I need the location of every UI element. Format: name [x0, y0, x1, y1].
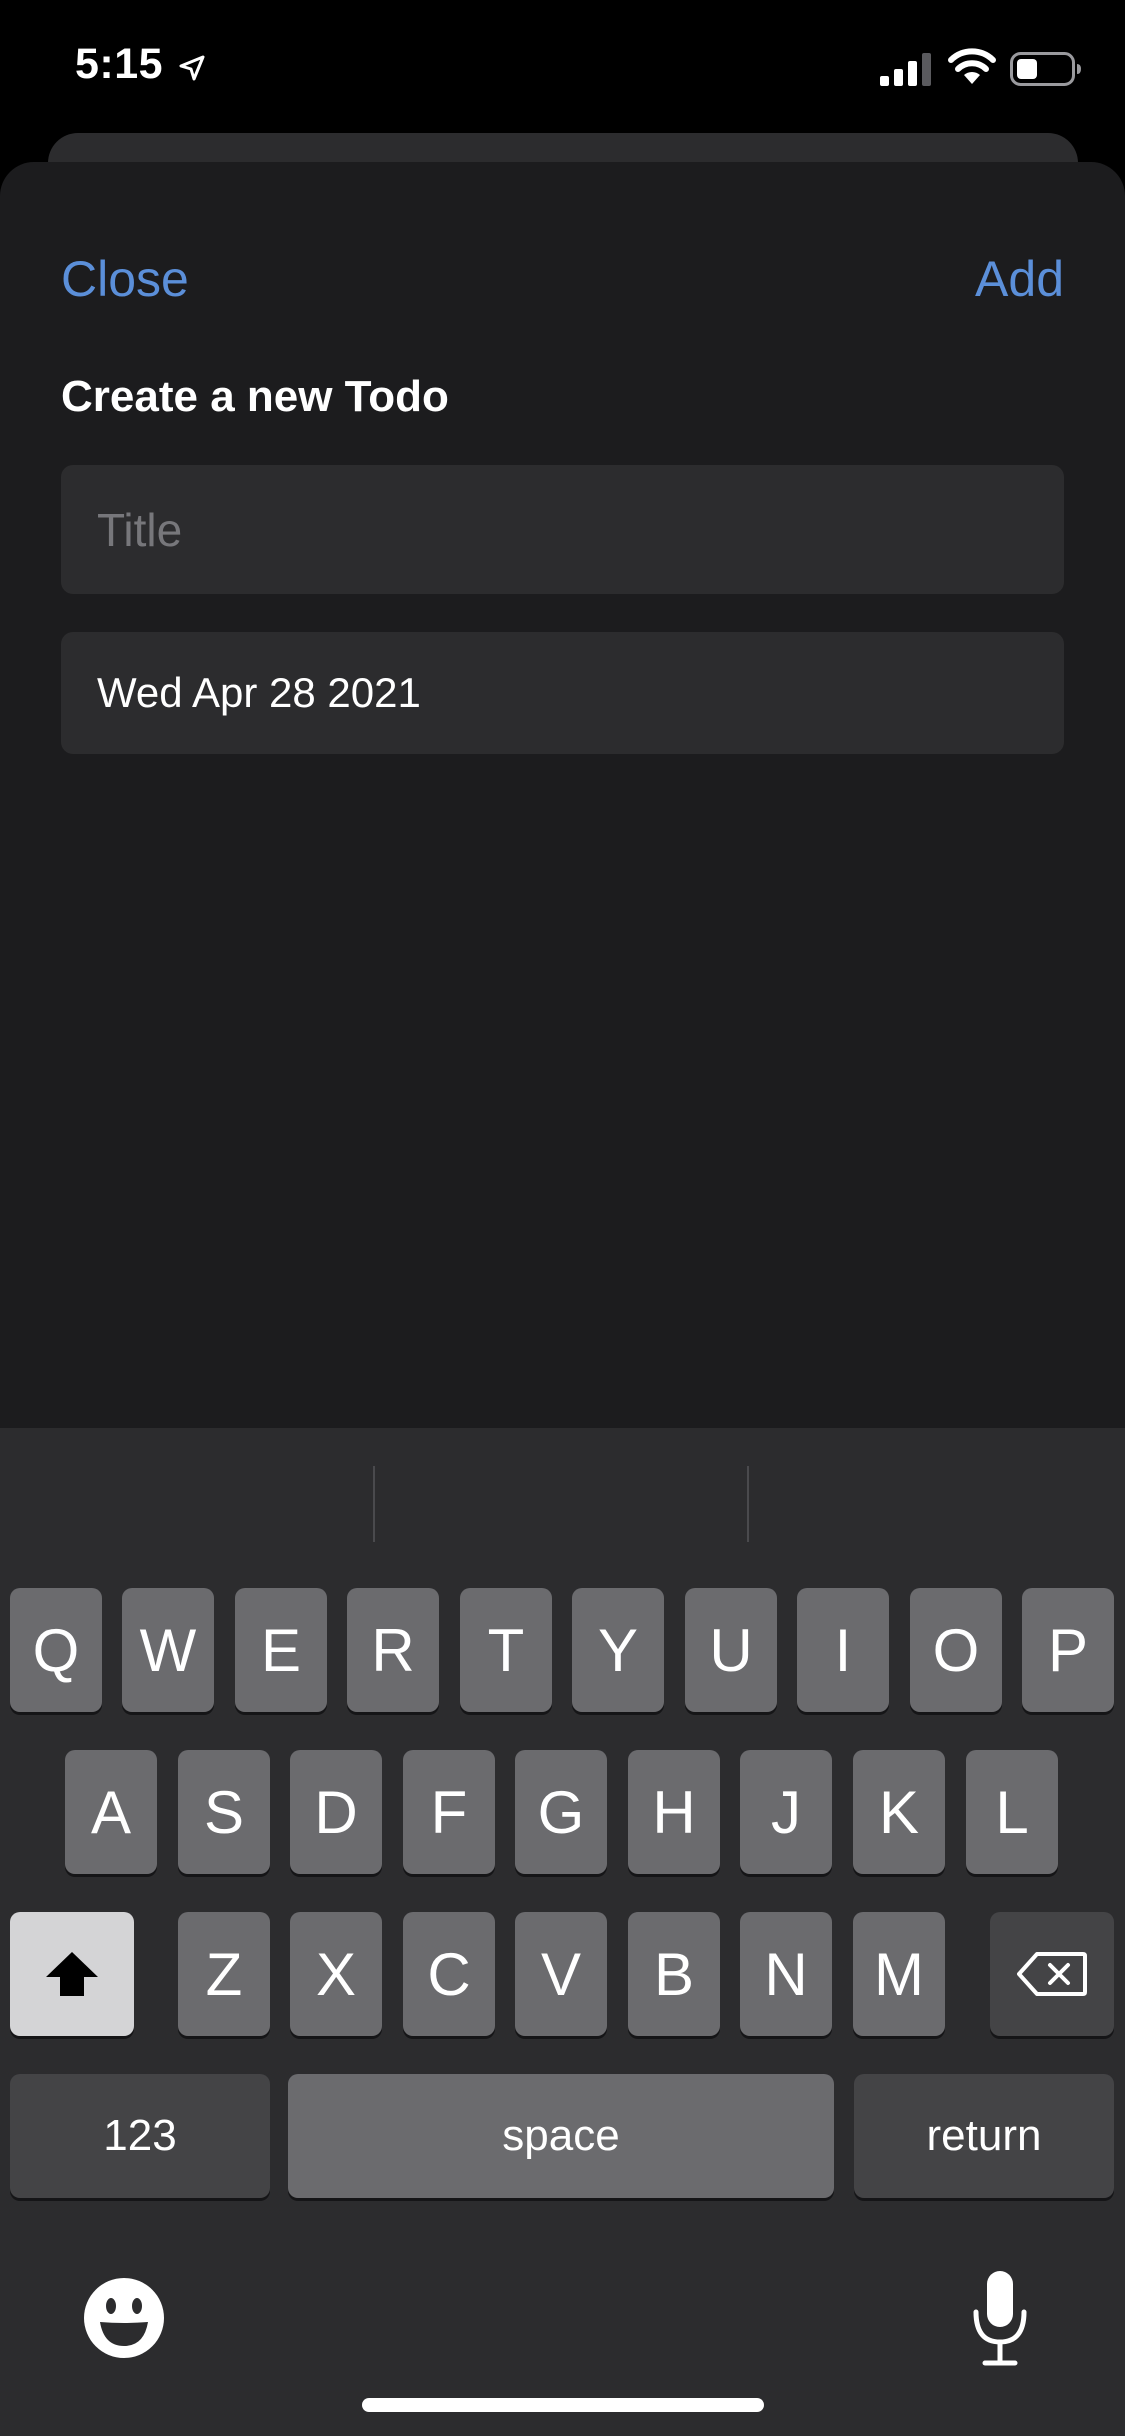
key-d[interactable]: D — [290, 1750, 382, 1874]
microphone-icon[interactable] — [970, 2268, 1030, 2368]
key-m[interactable]: M — [853, 1912, 945, 2036]
cellular-signal-icon — [880, 53, 931, 86]
key-v[interactable]: V — [515, 1912, 607, 2036]
date-field[interactable]: Wed Apr 28 2021 — [61, 632, 1064, 754]
key-s[interactable]: S — [178, 1750, 270, 1874]
key-n[interactable]: N — [740, 1912, 832, 2036]
key-j[interactable]: J — [740, 1750, 832, 1874]
key-q[interactable]: Q — [10, 1588, 102, 1712]
key-h[interactable]: H — [628, 1750, 720, 1874]
return-key[interactable]: return — [854, 2074, 1114, 2198]
key-z[interactable]: Z — [178, 1912, 270, 2036]
shift-key[interactable] — [10, 1912, 134, 2036]
date-value: Wed Apr 28 2021 — [97, 669, 421, 716]
key-b[interactable]: B — [628, 1912, 720, 2036]
title-field-container — [61, 465, 1064, 594]
key-f[interactable]: F — [403, 1750, 495, 1874]
key-y[interactable]: Y — [572, 1588, 664, 1712]
key-r[interactable]: R — [347, 1588, 439, 1712]
home-indicator — [362, 2398, 764, 2412]
key-i[interactable]: I — [797, 1588, 889, 1712]
key-c[interactable]: C — [403, 1912, 495, 2036]
key-w[interactable]: W — [122, 1588, 214, 1712]
backspace-key[interactable] — [990, 1912, 1114, 2036]
battery-icon — [1010, 52, 1081, 86]
key-u[interactable]: U — [685, 1588, 777, 1712]
key-g[interactable]: G — [515, 1750, 607, 1874]
emoji-icon[interactable] — [82, 2276, 166, 2360]
key-p[interactable]: P — [1022, 1588, 1114, 1712]
title-input[interactable] — [61, 465, 1064, 594]
new-todo-sheet — [0, 162, 1125, 1428]
key-t[interactable]: T — [460, 1588, 552, 1712]
space-key[interactable]: space — [288, 2074, 834, 2198]
add-button[interactable]: Add — [975, 250, 1064, 308]
status-bar: 5:15 — [0, 0, 1125, 135]
key-a[interactable]: A — [65, 1750, 157, 1874]
close-button[interactable]: Close — [61, 250, 189, 308]
key-o[interactable]: O — [910, 1588, 1002, 1712]
suggestion-divider — [747, 1466, 749, 1542]
location-arrow-icon — [179, 55, 205, 81]
sheet-title: Create a new Todo — [61, 372, 449, 421]
wifi-icon — [948, 48, 996, 84]
key-l[interactable]: L — [966, 1750, 1058, 1874]
suggestion-divider — [373, 1466, 375, 1542]
numbers-key[interactable]: 123 — [10, 2074, 270, 2198]
key-e[interactable]: E — [235, 1588, 327, 1712]
status-time: 5:15 — [75, 40, 164, 88]
key-k[interactable]: K — [853, 1750, 945, 1874]
key-x[interactable]: X — [290, 1912, 382, 2036]
shift-icon — [46, 1952, 98, 1996]
backspace-icon — [1017, 1952, 1087, 1996]
